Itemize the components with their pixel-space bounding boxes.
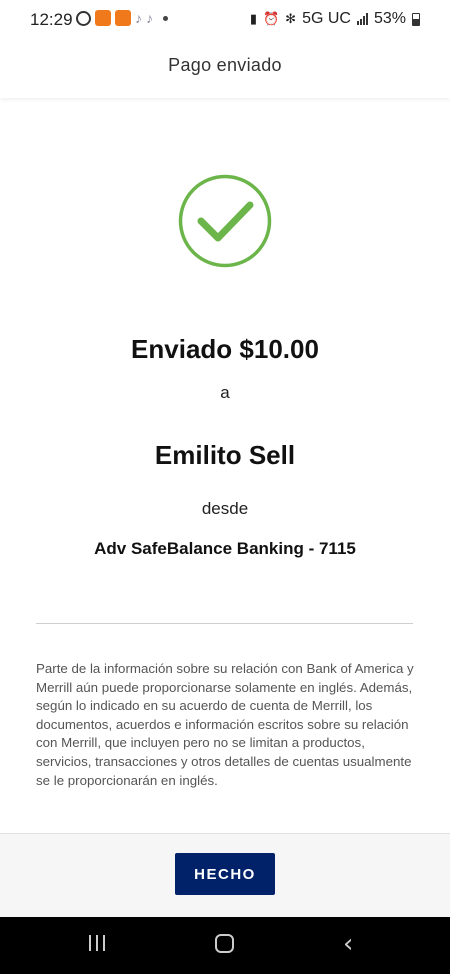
- to-label: a: [220, 383, 230, 402]
- page-title: Pago enviado: [168, 55, 282, 75]
- recent-apps-icon[interactable]: [89, 935, 105, 951]
- source-account: Adv SafeBalance Banking - 7115: [94, 539, 356, 558]
- sim-icon: ▮: [249, 11, 257, 26]
- tiktok-icon: ♪: [146, 10, 153, 26]
- signal-icon: [356, 13, 368, 25]
- battery-percent: 53%: [373, 10, 406, 27]
- system-nav-bar: ‹: [0, 917, 450, 974]
- app-notification-icon: [95, 10, 111, 26]
- recipient-name: Emilito Sell: [154, 440, 296, 470]
- app-notification-icon: [115, 10, 131, 26]
- alarm-icon: ⏰: [262, 11, 280, 26]
- home-icon[interactable]: [215, 934, 234, 953]
- footer: HECHO: [0, 833, 450, 917]
- back-icon[interactable]: ‹: [343, 929, 353, 959]
- battery-icon: [412, 12, 420, 26]
- network-type: 5G UC: [302, 10, 351, 27]
- check-circle-icon: [178, 174, 272, 268]
- divider: [36, 623, 413, 624]
- status-right: ▮ ⏰ ✻ 5G UC 53%: [250, 10, 420, 28]
- status-bar: 12:29 ♪ ♪ ▮ ⏰ ✻ 5G UC 53%: [0, 0, 450, 40]
- more-notifications-icon: [163, 15, 168, 21]
- notification-icons: ♪ ♪: [76, 10, 168, 26]
- check-circle-ring: [178, 174, 272, 268]
- check-mark: [197, 201, 254, 242]
- bluetooth-icon: ✻: [285, 11, 297, 26]
- language-disclaimer: Parte de la información sobre su relació…: [36, 661, 414, 788]
- tiktok-icon: ♪: [135, 10, 142, 26]
- done-button[interactable]: HECHO: [175, 853, 275, 895]
- whatsapp-icon: [76, 10, 91, 26]
- status-time: 12:29: [30, 10, 73, 29]
- sent-amount: Enviado $10.00: [131, 334, 319, 364]
- page-header: Pago enviado: [0, 40, 450, 98]
- from-label: desde: [201, 499, 249, 518]
